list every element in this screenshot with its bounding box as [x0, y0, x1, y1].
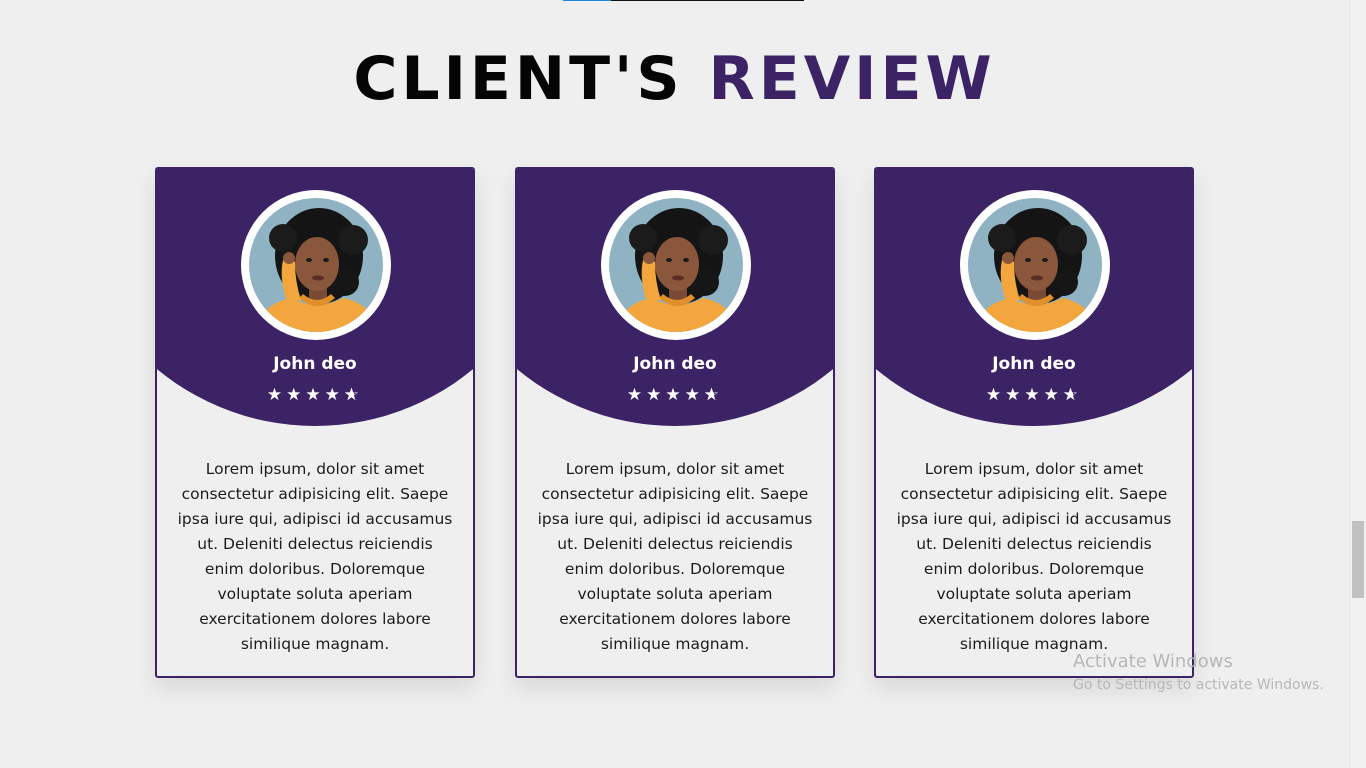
rating-stars: ★★★★☆★ — [876, 385, 1192, 405]
activation-watermark: Activate Windows Go to Settings to activ… — [1073, 651, 1324, 695]
section-title: CLIENT'S REVIEW — [0, 44, 1349, 114]
reviewer-name: John deo — [633, 354, 717, 374]
top-divider-accent — [563, 0, 611, 1]
star-icon: ★ — [626, 385, 647, 405]
half-star-icon: ☆★ — [703, 385, 724, 405]
star-icon: ★ — [266, 385, 287, 405]
rating-stars: ★★★★☆★ — [157, 385, 473, 405]
star-icon: ★ — [1005, 385, 1025, 405]
star-icon: ★ — [324, 385, 344, 405]
half-star-icon: ☆★ — [343, 385, 364, 405]
star-icon: ★ — [305, 385, 325, 405]
star-icon: ★ — [985, 385, 1006, 405]
section-title-part1: CLIENT'S — [353, 44, 684, 114]
top-divider — [563, 0, 804, 1]
star-icon: ★ — [665, 385, 685, 405]
rating-stars: ★★★★☆★ — [517, 385, 833, 405]
activation-subtitle: Go to Settings to activate Windows. — [1073, 677, 1324, 693]
activation-title: Activate Windows — [1073, 651, 1233, 672]
reviewer-name: John deo — [992, 354, 1076, 374]
avatar — [960, 190, 1110, 340]
star-icon: ★ — [646, 385, 666, 405]
star-icon: ★ — [684, 385, 704, 405]
star-icon: ★ — [286, 385, 306, 405]
review-text: Lorem ipsum, dolor sit amet consectetur … — [537, 460, 813, 653]
half-star-icon: ☆★ — [1062, 385, 1083, 405]
scrollbar-thumb[interactable] — [1352, 521, 1364, 598]
star-icon: ★ — [1043, 385, 1063, 405]
reviewer-name: John deo — [273, 354, 357, 374]
page-scrollbar[interactable] — [1349, 0, 1366, 768]
avatar — [241, 190, 391, 340]
review-card: John deo ★★★★☆★ Lorem ipsum, dolor sit a… — [515, 167, 835, 678]
avatar — [601, 190, 751, 340]
review-text: Lorem ipsum, dolor sit amet consectetur … — [177, 460, 453, 653]
review-card: John deo ★★★★☆★ Lorem ipsum, dolor sit a… — [155, 167, 475, 678]
review-card: John deo ★★★★☆★ Lorem ipsum, dolor sit a… — [874, 167, 1194, 678]
review-text: Lorem ipsum, dolor sit amet consectetur … — [896, 460, 1172, 653]
section-title-part2: REVIEW — [708, 44, 996, 114]
star-icon: ★ — [1024, 385, 1044, 405]
